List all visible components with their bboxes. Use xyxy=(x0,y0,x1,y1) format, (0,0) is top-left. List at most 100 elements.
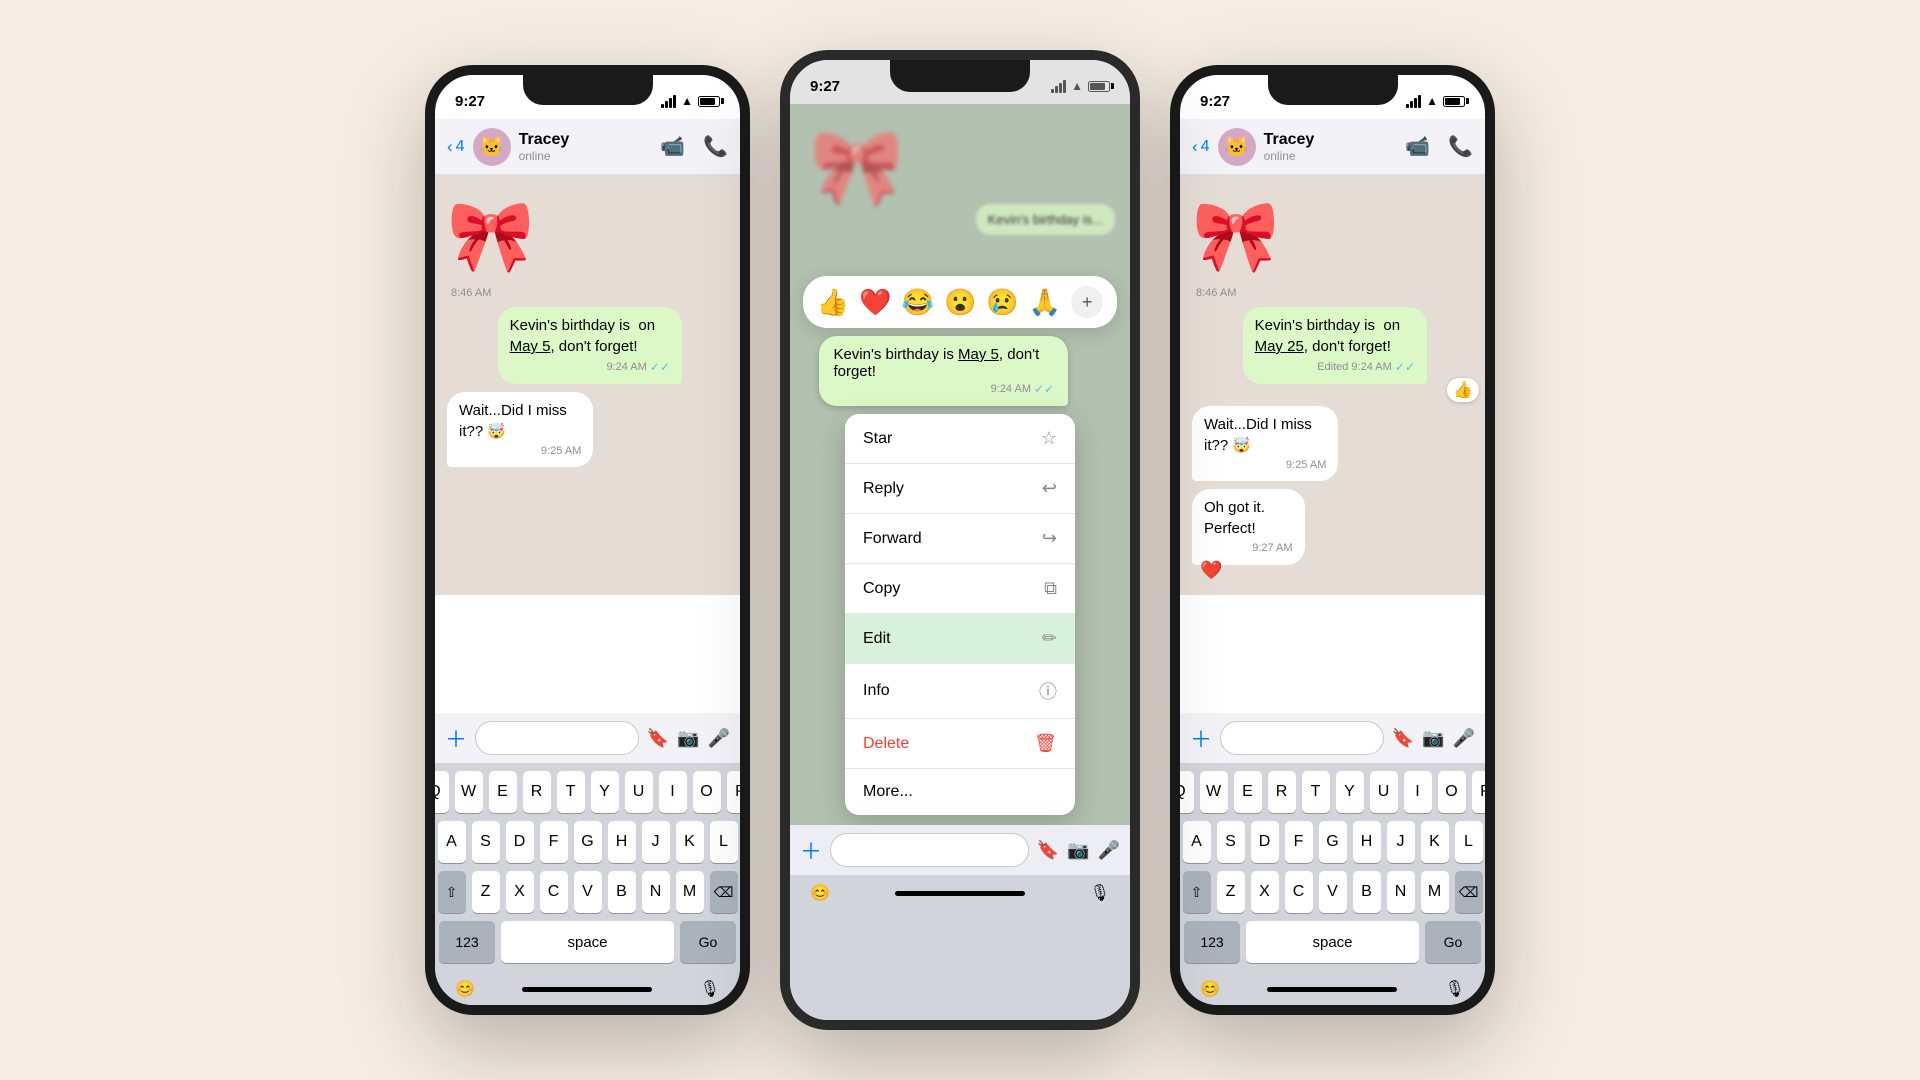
mic-bottom-middle[interactable]: 🎙 xyxy=(1090,883,1110,903)
key-d-r[interactable]: D xyxy=(1251,821,1279,863)
key-u[interactable]: U xyxy=(625,771,653,813)
key-k[interactable]: K xyxy=(676,821,704,863)
camera-icon-middle[interactable]: 📷 xyxy=(1067,840,1089,861)
key-123[interactable]: 123 xyxy=(439,921,495,963)
key-r[interactable]: R xyxy=(523,771,551,813)
key-y[interactable]: Y xyxy=(591,771,619,813)
message-input-right[interactable] xyxy=(1220,721,1384,755)
key-x-r[interactable]: X xyxy=(1251,871,1279,913)
key-w[interactable]: W xyxy=(455,771,483,813)
voice-call-icon[interactable]: 📞 xyxy=(703,134,728,159)
key-d[interactable]: D xyxy=(506,821,534,863)
key-i[interactable]: I xyxy=(659,771,687,813)
key-c-r[interactable]: C xyxy=(1285,871,1313,913)
emoji-surprised[interactable]: 😮 xyxy=(944,287,976,318)
key-l-r[interactable]: L xyxy=(1455,821,1483,863)
key-backspace-r[interactable]: ⌫ xyxy=(1455,871,1483,913)
emoji-pray[interactable]: 🙏 xyxy=(1029,287,1061,318)
emoji-icon-right[interactable]: 😊 xyxy=(1200,979,1220,999)
mic-bottom-icon-right[interactable]: 🎙 xyxy=(1445,979,1465,999)
key-go-r[interactable]: Go xyxy=(1425,921,1481,963)
key-b-r[interactable]: B xyxy=(1353,871,1381,913)
key-g[interactable]: G xyxy=(574,821,602,863)
key-e-r[interactable]: E xyxy=(1234,771,1262,813)
key-s[interactable]: S xyxy=(472,821,500,863)
key-t-r[interactable]: T xyxy=(1302,771,1330,813)
key-j-r[interactable]: J xyxy=(1387,821,1415,863)
key-w-r[interactable]: W xyxy=(1200,771,1228,813)
back-button-left[interactable]: ‹ 4 xyxy=(447,137,465,157)
context-item-more[interactable]: More... xyxy=(845,769,1075,815)
key-m[interactable]: M xyxy=(676,871,704,913)
emoji-reaction-bar[interactable]: 👍 ❤️ 😂 😮 😢 🙏 + xyxy=(803,276,1117,328)
key-z[interactable]: Z xyxy=(472,871,500,913)
emoji-icon-middle[interactable]: 😊 xyxy=(810,883,830,903)
key-c[interactable]: C xyxy=(540,871,568,913)
key-shift-r[interactable]: ⇧ xyxy=(1183,871,1211,913)
voice-call-icon-right[interactable]: 📞 xyxy=(1448,134,1473,159)
emoji-laugh[interactable]: 😂 xyxy=(902,287,934,318)
context-item-reply[interactable]: Reply ↩ xyxy=(845,464,1075,514)
key-f-r[interactable]: F xyxy=(1285,821,1313,863)
key-h-r[interactable]: H xyxy=(1353,821,1381,863)
key-g-r[interactable]: G xyxy=(1319,821,1347,863)
key-j[interactable]: J xyxy=(642,821,670,863)
add-attachment-right[interactable]: ＋ xyxy=(1190,722,1212,754)
key-o[interactable]: O xyxy=(693,771,721,813)
emoji-heart[interactable]: ❤️ xyxy=(859,287,891,318)
key-o-r[interactable]: O xyxy=(1438,771,1466,813)
camera-icon[interactable]: 📷 xyxy=(677,728,699,749)
add-emoji-button[interactable]: + xyxy=(1071,286,1103,318)
key-q-r[interactable]: Q xyxy=(1170,771,1194,813)
key-p-r[interactable]: P xyxy=(1472,771,1496,813)
mic-icon-right[interactable]: 🎤 xyxy=(1453,728,1475,749)
key-e[interactable]: E xyxy=(489,771,517,813)
key-m-r[interactable]: M xyxy=(1421,871,1449,913)
context-item-delete[interactable]: Delete 🗑 xyxy=(845,719,1075,769)
key-b[interactable]: B xyxy=(608,871,636,913)
key-n-r[interactable]: N xyxy=(1387,871,1415,913)
add-attachment-icon[interactable]: ＋ xyxy=(445,722,467,754)
add-attachment-middle[interactable]: ＋ xyxy=(800,834,822,866)
key-v[interactable]: V xyxy=(574,871,602,913)
key-p[interactable]: P xyxy=(727,771,751,813)
video-call-icon-right[interactable]: 📹 xyxy=(1405,134,1430,159)
context-item-edit[interactable]: Edit ✏ xyxy=(845,614,1075,664)
key-shift[interactable]: ⇧ xyxy=(438,871,466,913)
key-a[interactable]: A xyxy=(438,821,466,863)
key-l[interactable]: L xyxy=(710,821,738,863)
key-t[interactable]: T xyxy=(557,771,585,813)
context-item-star[interactable]: Star ☆ xyxy=(845,414,1075,464)
key-n[interactable]: N xyxy=(642,871,670,913)
mic-icon-middle[interactable]: 🎤 xyxy=(1098,840,1120,861)
key-f[interactable]: F xyxy=(540,821,568,863)
sticker-input-icon[interactable]: 🔖 xyxy=(647,728,669,749)
camera-icon-right[interactable]: 📷 xyxy=(1422,728,1444,749)
message-input-middle[interactable] xyxy=(830,833,1029,867)
key-y-r[interactable]: Y xyxy=(1336,771,1364,813)
key-k-r[interactable]: K xyxy=(1421,821,1449,863)
key-space[interactable]: space xyxy=(501,921,674,963)
key-123-r[interactable]: 123 xyxy=(1184,921,1240,963)
key-r-r[interactable]: R xyxy=(1268,771,1296,813)
mic-icon[interactable]: 🎤 xyxy=(708,728,730,749)
key-v-r[interactable]: V xyxy=(1319,871,1347,913)
key-q[interactable]: Q xyxy=(425,771,449,813)
emoji-icon-left[interactable]: 😊 xyxy=(455,979,475,999)
context-item-copy[interactable]: Copy ⧉ xyxy=(845,564,1075,614)
key-backspace[interactable]: ⌫ xyxy=(710,871,738,913)
key-s-r[interactable]: S xyxy=(1217,821,1245,863)
key-h[interactable]: H xyxy=(608,821,636,863)
emoji-cry[interactable]: 😢 xyxy=(986,287,1018,318)
emoji-thumbsup[interactable]: 👍 xyxy=(817,287,849,318)
context-item-forward[interactable]: Forward ↪ xyxy=(845,514,1075,564)
key-i-r[interactable]: I xyxy=(1404,771,1432,813)
key-space-r[interactable]: space xyxy=(1246,921,1419,963)
key-x[interactable]: X xyxy=(506,871,534,913)
sticker-icon-right[interactable]: 🔖 xyxy=(1392,728,1414,749)
back-button-right[interactable]: ‹ 4 xyxy=(1192,137,1210,157)
key-z-r[interactable]: Z xyxy=(1217,871,1245,913)
message-input-left[interactable] xyxy=(475,721,639,755)
video-call-icon[interactable]: 📹 xyxy=(660,134,685,159)
sticker-icon-middle[interactable]: 🔖 xyxy=(1037,840,1059,861)
